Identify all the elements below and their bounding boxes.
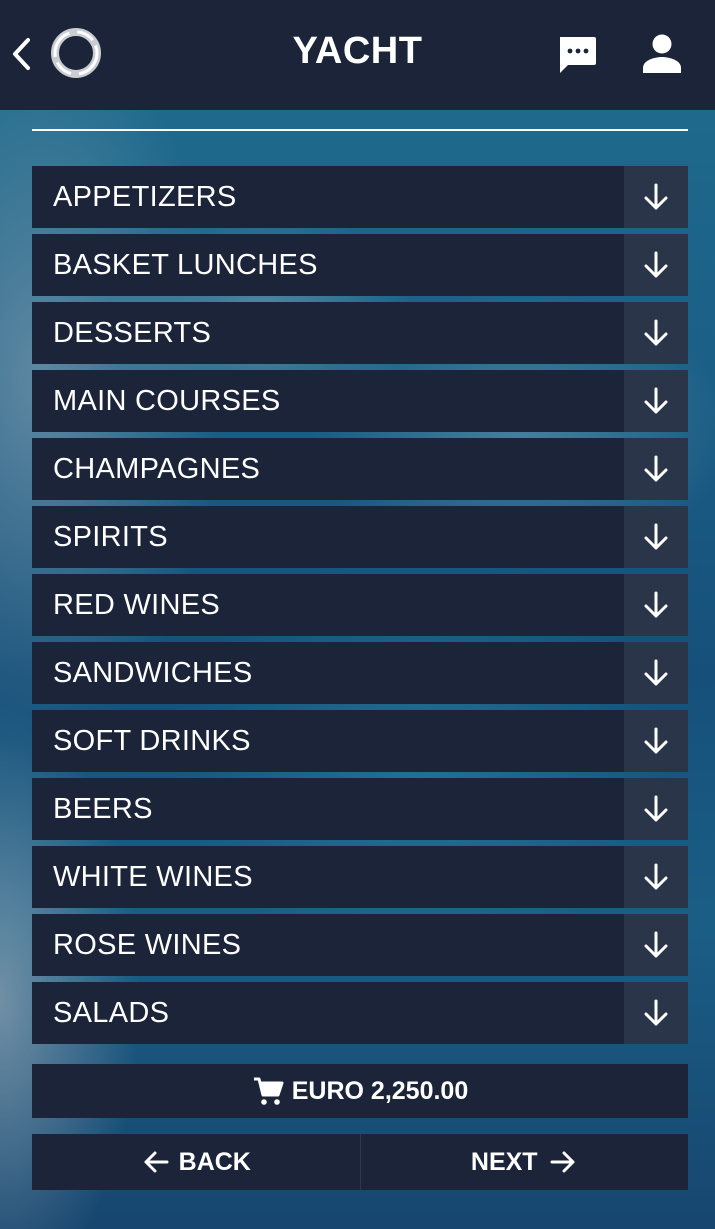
menu-item[interactable]: RED WINES [32,574,688,636]
menu-item[interactable]: BEERS [32,778,688,840]
expand-toggle[interactable] [624,234,688,296]
menu-item-label: SANDWICHES [32,642,624,704]
category-menu: APPETIZERS BASKET LUNCHES DESSERTS MAIN COU… [32,166,688,1050]
cart-total-text: EURO 2,250.00 [291,1076,469,1105]
expand-toggle[interactable] [624,302,688,364]
menu-item[interactable]: MAIN COURSES [32,370,688,432]
expand-toggle[interactable] [624,506,688,568]
menu-item-label: BASKET LUNCHES [32,234,624,296]
expand-toggle[interactable] [624,166,688,228]
arrow-down-icon [644,523,668,550]
arrow-down-icon [644,591,668,618]
back-button[interactable]: BACK [32,1134,361,1190]
menu-item-label: DESSERTS [32,302,624,364]
menu-item[interactable]: WHITE WINES [32,846,688,908]
arrow-down-icon [644,931,668,958]
menu-item-label: WHITE WINES [32,846,624,908]
next-button-label: NEXT [470,1147,538,1176]
arrow-down-icon [644,795,668,822]
menu-item[interactable]: CHAMPAGNES [32,438,688,500]
chat-bubble-icon[interactable] [556,35,598,75]
expand-toggle[interactable] [624,574,688,636]
menu-item-label: SOFT DRINKS [32,710,624,772]
arrow-down-icon [644,727,668,754]
menu-item[interactable]: BASKET LUNCHES [32,234,688,296]
menu-item-label: CHAMPAGNES [32,438,624,500]
cart-total-bar[interactable]: EURO 2,250.00 [32,1064,688,1118]
user-icon[interactable] [640,34,684,74]
expand-toggle[interactable] [624,778,688,840]
menu-item-label: SPIRITS [32,506,624,568]
arrow-down-icon [644,387,668,414]
menu-item-label: ROSE WINES [32,914,624,976]
chevron-left-icon[interactable] [8,36,34,72]
menu-item[interactable]: DESSERTS [32,302,688,364]
expand-toggle[interactable] [624,710,688,772]
arrow-down-icon [644,319,668,346]
menu-item-label: APPETIZERS [32,166,624,228]
expand-toggle[interactable] [624,642,688,704]
menu-item-label: MAIN COURSES [32,370,624,432]
arrow-right-icon [550,1151,575,1173]
arrow-down-icon [644,455,668,482]
expand-toggle[interactable] [624,846,688,908]
menu-item[interactable]: SALADS [32,982,688,1044]
menu-item[interactable]: APPETIZERS [32,166,688,228]
back-button-label: BACK [178,1147,251,1176]
menu-item[interactable]: SPIRITS [32,506,688,568]
bottom-navigation: BACK NEXT [32,1134,688,1190]
page-title: YACHT [292,30,423,72]
next-button[interactable]: NEXT [360,1134,688,1190]
ring-logo [51,28,101,78]
expand-toggle[interactable] [624,914,688,976]
menu-item-label: RED WINES [32,574,624,636]
cart-icon [253,1077,284,1105]
expand-toggle[interactable] [624,982,688,1044]
menu-item-label: SALADS [32,982,624,1044]
expand-toggle[interactable] [624,438,688,500]
menu-item[interactable]: SANDWICHES [32,642,688,704]
expand-toggle[interactable] [624,370,688,432]
arrow-left-icon [144,1151,169,1173]
arrow-down-icon [644,659,668,686]
menu-item[interactable]: ROSE WINES [32,914,688,976]
arrow-down-icon [644,183,668,210]
arrow-down-icon [644,251,668,278]
menu-item-label: BEERS [32,778,624,840]
arrow-down-icon [644,863,668,890]
arrow-down-icon [644,999,668,1026]
menu-item[interactable]: SOFT DRINKS [32,710,688,772]
app-header: YACHT [0,0,715,110]
header-divider [32,129,688,131]
